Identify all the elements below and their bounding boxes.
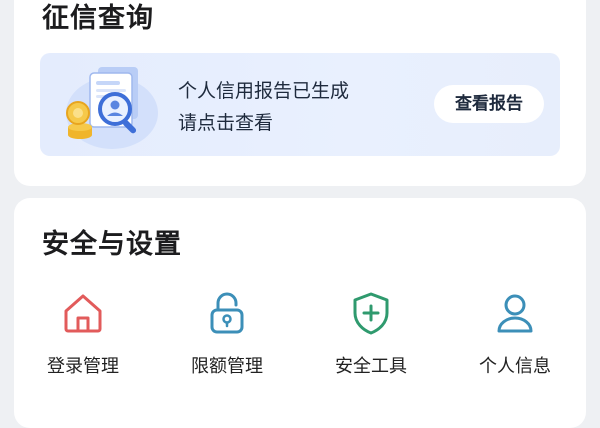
report-search-illustration-icon — [66, 67, 158, 149]
credit-report-banner[interactable]: 个人信用报告已生成 请点击查看 查看报告 — [40, 53, 560, 156]
security-tools-label: 安全工具 — [335, 356, 407, 377]
click-to-view-text: 请点击查看 — [178, 112, 274, 134]
credit-query-card: 征信查询 个人信用报告已生成 请点击查看 查看报告 — [14, 0, 586, 186]
security-settings-title: 安全与设置 — [42, 229, 182, 260]
credit-query-title: 征信查询 — [42, 3, 154, 34]
view-report-button[interactable]: 查看报告 — [434, 85, 544, 123]
home-icon — [64, 294, 102, 333]
login-management-label: 登录管理 — [47, 356, 119, 377]
security-tools-item[interactable]: 安全工具 — [306, 290, 436, 380]
lock-icon — [210, 292, 244, 334]
personal-info-item[interactable]: 个人信息 — [450, 290, 580, 380]
report-ready-text: 个人信用报告已生成 — [178, 80, 350, 102]
limit-management-label: 限额管理 — [191, 356, 263, 377]
personal-info-label: 个人信息 — [479, 356, 551, 377]
shield-plus-icon — [353, 292, 389, 335]
limit-management-item[interactable]: 限额管理 — [162, 290, 292, 380]
security-settings-card: 安全与设置 登录管理 限额管理 安全工具 个人信息 — [14, 198, 586, 428]
login-management-item[interactable]: 登录管理 — [18, 290, 148, 380]
user-icon — [497, 294, 533, 333]
